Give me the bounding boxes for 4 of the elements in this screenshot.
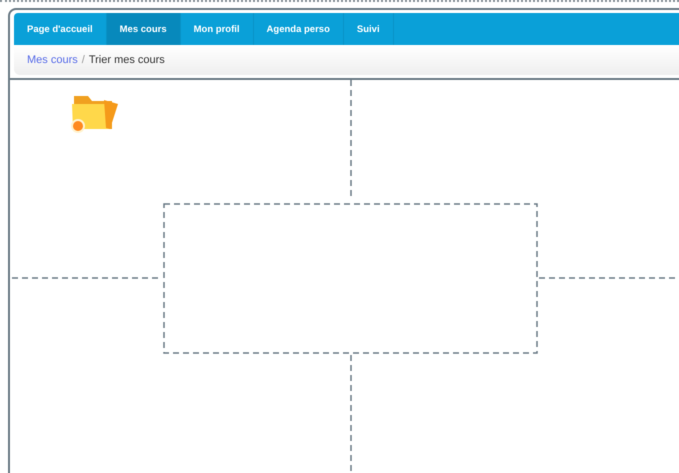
breadcrumb-link[interactable]: Mes cours bbox=[27, 54, 78, 66]
breadcrumb-separator: / bbox=[82, 54, 85, 66]
breadcrumb-current: Trier mes cours bbox=[88, 54, 165, 66]
nav-tab[interactable]: Mes cours bbox=[106, 13, 181, 45]
